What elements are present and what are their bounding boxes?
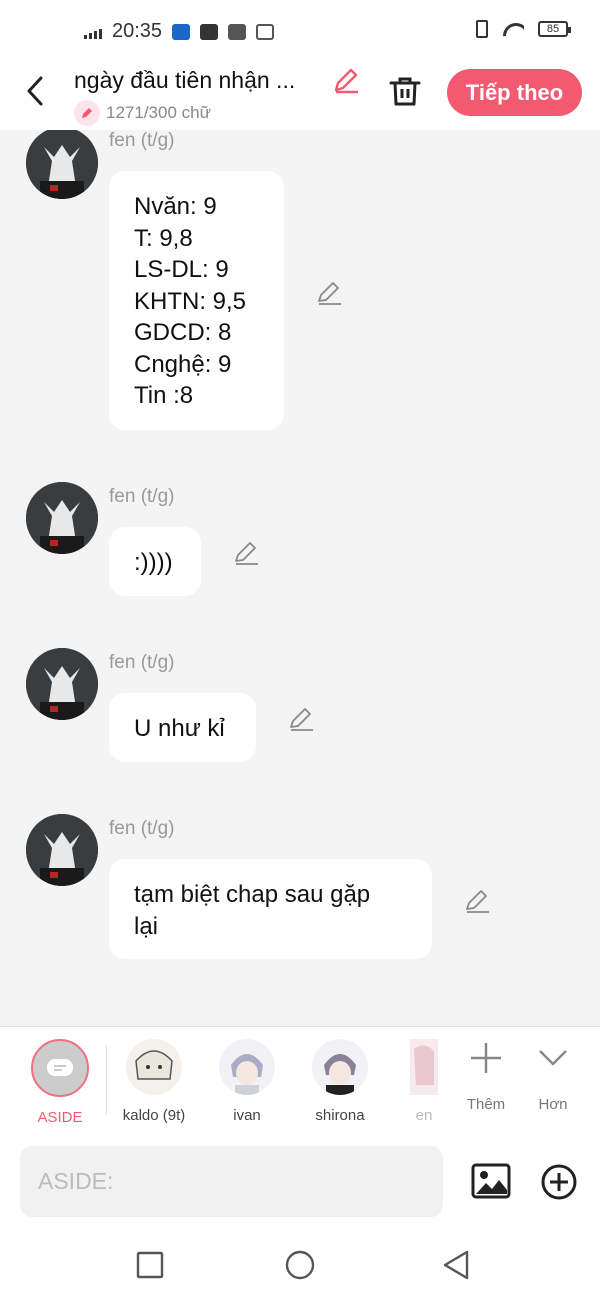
message-bubble[interactable]: Nvăn: 9 T: 9,8 LS-DL: 9 KHTN: 9,5 GDCD: … [109, 171, 284, 430]
back-button[interactable] [22, 74, 52, 108]
character-aside[interactable]: ASIDE [22, 1039, 98, 1126]
avatar [312, 1039, 368, 1095]
word-count: 1271/300 chữ [74, 100, 211, 126]
more-button[interactable]: Thêm [461, 1039, 511, 1113]
speech-bubble-icon [47, 1059, 73, 1076]
character-en[interactable]: en [410, 1039, 438, 1124]
vibrate-icon [476, 20, 488, 38]
navigation-bar [0, 1230, 600, 1300]
more-label: Thêm [466, 1096, 506, 1113]
story-title[interactable]: ngày đầu tiên nhận ... [74, 67, 329, 94]
word-count-text: 1271/300 chữ [106, 103, 211, 122]
youtube-icon [200, 23, 219, 40]
character-label: ivan [233, 1107, 261, 1124]
character-shirona[interactable]: shirona [304, 1039, 376, 1124]
next-button[interactable]: Tiếp theo [447, 69, 582, 116]
tiktok-icon [256, 23, 275, 40]
battery-icon: 85 [538, 21, 571, 37]
square-icon [136, 1251, 164, 1279]
wifi-icon [502, 21, 524, 37]
message-bubble[interactable]: U như kỉ [109, 693, 256, 762]
back-nav-button[interactable] [440, 1248, 474, 1282]
app-notification-icon [172, 23, 191, 40]
character-label: ASIDE [37, 1109, 83, 1126]
sender-name: fen (t/g) [109, 486, 175, 507]
message-input[interactable] [20, 1146, 443, 1217]
message-bubble[interactable]: tạm biệt chap sau gặp lại [109, 859, 432, 959]
less-button[interactable]: Hơn [531, 1039, 575, 1113]
avatar [410, 1039, 438, 1095]
sender-name: fen (t/g) [109, 652, 175, 673]
circle-icon [285, 1250, 315, 1280]
avatar[interactable] [26, 648, 98, 720]
momo-icon [228, 23, 247, 40]
chevron-down-icon [539, 1050, 567, 1066]
message-list[interactable]: fen (t/g) Nvăn: 9 T: 9,8 LS-DL: 9 KHTN: … [0, 130, 600, 1026]
message-bubble[interactable]: :)))) [109, 527, 201, 596]
avatar[interactable] [26, 130, 98, 199]
triangle-back-icon [443, 1250, 469, 1280]
avatar [126, 1039, 182, 1095]
edit-message-icon[interactable] [464, 888, 490, 914]
status-time: 20:35 [112, 20, 163, 42]
home-button[interactable] [283, 1248, 317, 1282]
edit-message-icon[interactable] [233, 540, 259, 566]
recents-button[interactable] [133, 1248, 167, 1282]
pencil-badge-icon [74, 100, 100, 126]
image-icon [471, 1163, 511, 1199]
character-kaldo[interactable]: kaldo (9t) [114, 1039, 194, 1124]
signal-icon [84, 25, 102, 39]
edit-title-button[interactable] [332, 66, 360, 94]
add-button[interactable] [540, 1163, 578, 1201]
character-bar: ASIDE kaldo (9t) ivan shirona en Thêm Hơ… [0, 1026, 600, 1134]
character-label: kaldo (9t) [122, 1107, 186, 1124]
aside-avatar [31, 1039, 89, 1097]
status-bar: 20:35 85 [0, 0, 600, 62]
avatar[interactable] [26, 482, 98, 554]
character-label: en [415, 1107, 433, 1124]
divider [106, 1045, 107, 1115]
sender-name: fen (t/g) [109, 130, 175, 151]
pencil-icon [334, 68, 358, 94]
delete-button[interactable] [388, 74, 422, 108]
chevron-left-icon [27, 76, 43, 106]
insert-image-button[interactable] [471, 1163, 511, 1199]
plus-icon [471, 1043, 501, 1073]
edit-message-icon[interactable] [316, 280, 342, 306]
avatar[interactable] [26, 814, 98, 886]
edit-message-icon[interactable] [288, 706, 314, 732]
trash-icon [389, 77, 421, 106]
avatar [219, 1039, 275, 1095]
character-ivan[interactable]: ivan [212, 1039, 282, 1124]
input-bar [0, 1134, 600, 1230]
plus-circle-icon [541, 1164, 577, 1200]
header: ngày đầu tiên nhận ... 1271/300 chữ Tiếp… [0, 62, 600, 130]
sender-name: fen (t/g) [109, 818, 175, 839]
character-label: shirona [315, 1107, 365, 1124]
less-label: Hơn [538, 1096, 568, 1113]
